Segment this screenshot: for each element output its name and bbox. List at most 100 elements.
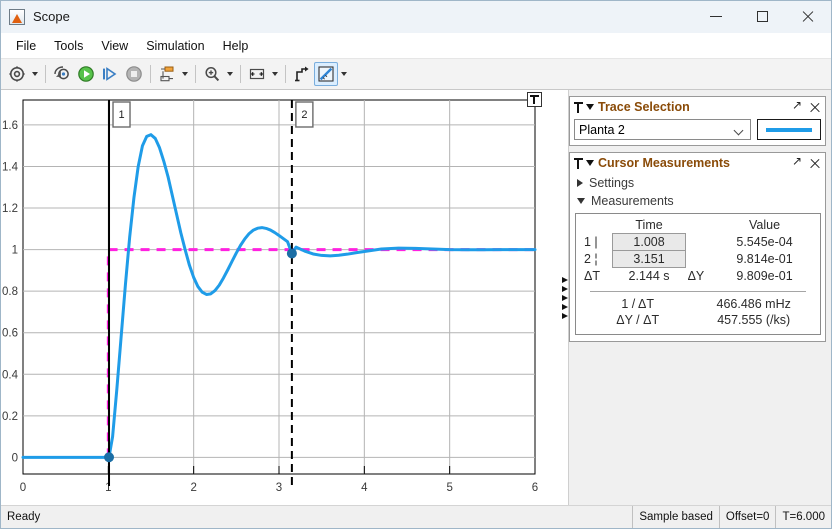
- svg-text:2: 2: [190, 482, 196, 494]
- window-controls: [693, 1, 831, 32]
- style-icon[interactable]: [290, 62, 314, 86]
- table-row: 2 ¦ 3.151 9.814e-01: [582, 250, 814, 268]
- cursor-1-value: 5.545e-04: [736, 235, 793, 249]
- trace-line-style-swatch[interactable]: [757, 119, 821, 140]
- splitter-grip-icon: [561, 276, 568, 319]
- pin-icon[interactable]: [573, 157, 584, 170]
- slope-label: ΔY / ΔT: [616, 313, 660, 327]
- chevron-down-icon[interactable]: [586, 160, 594, 166]
- close-icon[interactable]: [810, 158, 821, 169]
- cursor-2-value: 9.814e-01: [736, 252, 793, 266]
- trace-select-value: Planta 2: [579, 122, 625, 137]
- status-sample-mode: Sample based: [632, 506, 719, 528]
- svg-text:3: 3: [276, 482, 282, 494]
- pin-icon[interactable]: [573, 101, 584, 114]
- scope-app-icon: [9, 8, 25, 25]
- cursor-measurements-dropdown-arrow[interactable]: [338, 62, 350, 86]
- menu-bar: File Tools View Simulation Help: [1, 33, 831, 59]
- chevron-down-icon[interactable]: [586, 104, 594, 110]
- cursor-2-label: 2 ¦: [584, 252, 598, 266]
- header-spacer-2: [686, 217, 716, 234]
- signal-selection-dropdown-arrow[interactable]: [179, 62, 191, 86]
- trace-selection-panel: Trace Selection Planta 2: [569, 96, 826, 146]
- menu-help[interactable]: Help: [214, 35, 258, 57]
- ratios-table: 1 / ΔT 466.486 mHz ΔY / ΔT 457.555 (/ks): [582, 296, 814, 328]
- measurements-table: Time Value 1 | 1.008 5.545e-04 2 ¦ 3.151…: [582, 217, 814, 284]
- configuration-dropdown-arrow[interactable]: [29, 62, 41, 86]
- cursor-1-time-field[interactable]: 1.008: [611, 233, 687, 251]
- trace-selection-body: Planta 2: [570, 117, 825, 145]
- close-icon[interactable]: [810, 102, 821, 113]
- delta-t-label: ΔT: [584, 268, 600, 283]
- row-spacer: [686, 234, 716, 251]
- measurements-table-box: Time Value 1 | 1.008 5.545e-04 2 ¦ 3.151…: [575, 213, 821, 335]
- status-time: T=6.000: [775, 506, 831, 528]
- trace-selection-header: Trace Selection: [570, 97, 825, 117]
- cursor-1-label: 1 |: [584, 235, 598, 249]
- svg-text:2: 2: [301, 109, 307, 121]
- svg-text:0.2: 0.2: [2, 411, 18, 423]
- chevron-down-icon: [577, 198, 585, 204]
- header-time: Time: [635, 218, 663, 232]
- settings-label: Settings: [589, 176, 635, 190]
- toolbar-separator: [240, 65, 241, 83]
- trace-select-dropdown[interactable]: Planta 2: [574, 119, 751, 140]
- run-icon[interactable]: [74, 62, 98, 86]
- toolbar-separator: [195, 65, 196, 83]
- undock-icon[interactable]: [792, 154, 805, 170]
- autoscale-icon[interactable]: [245, 62, 269, 86]
- menu-tools[interactable]: Tools: [45, 35, 92, 57]
- cursor-measurements-body: Settings Measurements Time Value 1 | 1.0…: [570, 173, 825, 341]
- svg-text:4: 4: [361, 482, 368, 494]
- menu-simulation[interactable]: Simulation: [137, 35, 213, 57]
- cursor-measurements-icon[interactable]: [314, 62, 338, 86]
- zoom-dropdown-arrow[interactable]: [224, 62, 236, 86]
- status-bar: Ready Sample based Offset=0 T=6.000: [1, 505, 831, 528]
- run-back-to-start-icon[interactable]: [50, 62, 74, 86]
- cursor-measurements-panel: Cursor Measurements Settings Measurement…: [569, 152, 826, 342]
- menu-view[interactable]: View: [92, 35, 137, 57]
- stop-icon[interactable]: [122, 62, 146, 86]
- toolbar-separator: [285, 65, 286, 83]
- step-forward-icon[interactable]: [98, 62, 122, 86]
- window-title: Scope: [33, 9, 70, 24]
- trace-selection-title: Trace Selection: [598, 100, 690, 114]
- close-button[interactable]: [785, 1, 831, 32]
- cursor-2-time-field[interactable]: 3.151: [611, 250, 687, 268]
- svg-text:0: 0: [20, 482, 26, 494]
- delta-y-label: ΔY: [687, 268, 705, 283]
- minimize-button[interactable]: [693, 1, 739, 32]
- signal-selection-icon[interactable]: [155, 62, 179, 86]
- scope-window: Scope File Tools View Simulation Help 0 …: [0, 0, 832, 529]
- side-panel: Trace Selection Planta 2 Curso: [568, 90, 831, 505]
- panel-splitter[interactable]: [561, 90, 568, 505]
- slope-value: 457.555 (/ks): [717, 313, 791, 327]
- table-row: 1 / ΔT 466.486 mHz: [582, 296, 814, 312]
- zoom-in-icon[interactable]: [200, 62, 224, 86]
- delta-y-value: 9.809e-01: [736, 268, 793, 283]
- undock-icon[interactable]: [792, 98, 805, 114]
- table-row: 1 | 1.008 5.545e-04: [582, 233, 814, 251]
- svg-text:0.6: 0.6: [2, 328, 18, 340]
- settings-section-toggle[interactable]: Settings: [575, 174, 821, 192]
- delta-t-value: 2.144 s: [628, 269, 670, 283]
- chevron-down-icon: [735, 127, 743, 135]
- autoscale-dropdown-arrow[interactable]: [269, 62, 281, 86]
- measurements-section-toggle[interactable]: Measurements: [575, 192, 821, 210]
- cursor-measurements-title: Cursor Measurements: [598, 156, 730, 170]
- plot-area[interactable]: 0 0.2 0.4 0.6 0.8 1 1.2 1.4 1.6 0123456 12: [1, 90, 561, 505]
- svg-text:1.6: 1.6: [2, 120, 18, 132]
- plot-pin-icon[interactable]: [527, 92, 542, 107]
- divider: [590, 291, 806, 292]
- cursor-measurements-header: Cursor Measurements: [570, 153, 825, 173]
- toolbar-separator: [150, 65, 151, 83]
- configuration-properties-icon[interactable]: [5, 62, 29, 86]
- tool-bar: [1, 59, 831, 90]
- scope-plot[interactable]: 00.20.40.60.811.21.41.6 0123456 12: [1, 90, 561, 494]
- svg-text:0.8: 0.8: [2, 286, 18, 298]
- menu-file[interactable]: File: [7, 35, 45, 57]
- measurements-label: Measurements: [591, 194, 674, 208]
- svg-text:6: 6: [532, 482, 538, 494]
- status-offset: Offset=0: [718, 506, 776, 528]
- maximize-button[interactable]: [739, 1, 785, 32]
